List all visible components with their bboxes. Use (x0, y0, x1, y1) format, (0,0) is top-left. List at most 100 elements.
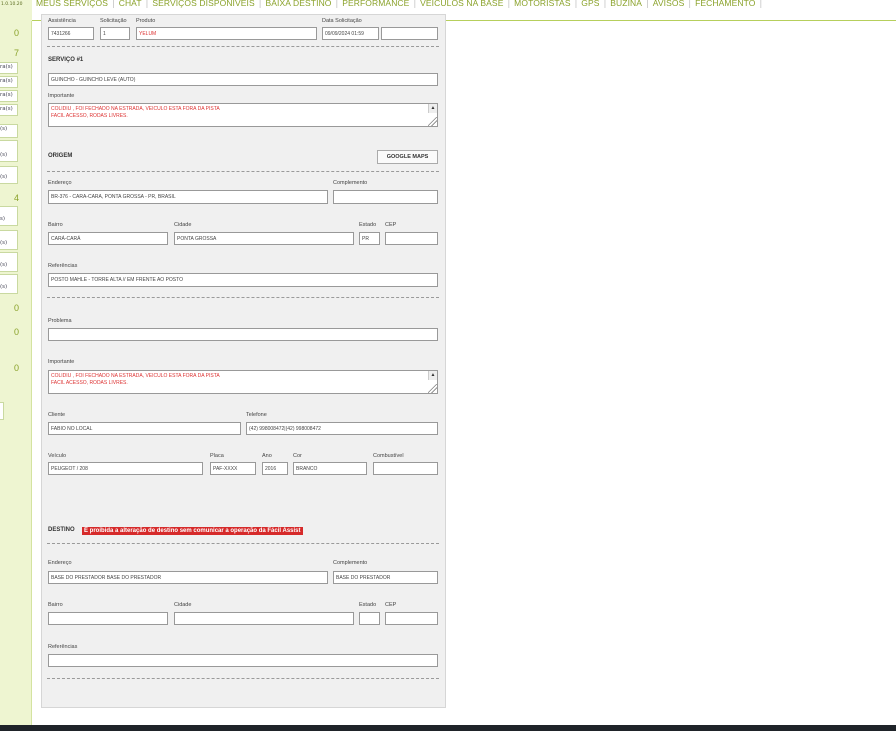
sidebar-item[interactable]: ra(s) (0, 90, 18, 102)
referencias-label: Referências (48, 644, 78, 650)
cliente-field[interactable]: FABIO NO LOCAL (48, 422, 241, 435)
origem-complemento-field[interactable] (333, 190, 438, 204)
cor-field[interactable]: BRANCO (293, 462, 367, 475)
resize-grip-icon[interactable] (428, 384, 437, 393)
data-solicitacao-field[interactable]: 09/09/2024 01:59 (322, 27, 379, 40)
origem-title: ORIGEM (48, 153, 73, 159)
telefone-label: Telefone (246, 412, 267, 418)
sidebar-item[interactable]: (s) (0, 124, 18, 138)
veiculo-label: Veículo (48, 453, 67, 459)
combustivel-field[interactable] (373, 462, 438, 475)
placa-label: Placa (210, 453, 224, 459)
data-solicitacao-label: Data Solicitação (322, 18, 362, 24)
main-nav: MEUS SERVIÇOS | CHAT | SERVIÇOS DISPONÍVEI… (36, 0, 763, 8)
veiculo-field[interactable]: PEUGEOT / 208 (48, 462, 203, 475)
importante-label: Importante (48, 359, 75, 365)
destino-cidade-field[interactable] (174, 612, 354, 625)
google-maps-button[interactable]: GOOGLE MAPS (377, 150, 438, 164)
bairro-label: Bairro (48, 222, 63, 228)
divider (47, 678, 439, 679)
destino-endereco-field[interactable]: BASE DO PRESTADOR BASE DO PRESTADOR (48, 571, 328, 584)
origem-cep-field[interactable] (385, 232, 438, 245)
sidebar-item[interactable]: ra(s) (0, 62, 18, 74)
sidebar-item[interactable]: (s) (0, 140, 18, 162)
origem-bairro-field[interactable]: CARÁ-CARÁ (48, 232, 168, 245)
destino-referencias-field[interactable] (48, 654, 438, 667)
estado-label: Estado (359, 602, 377, 608)
produto-field[interactable]: YELUM (136, 27, 317, 40)
sidebar-item[interactable]: (s) (0, 166, 18, 184)
endereco-label: Endereço (48, 180, 72, 186)
assistencia-label: Assistência (48, 18, 76, 24)
importante-line: COLIDIU , FOI FECHADO NA ESTRADA, VEICUL… (51, 373, 220, 379)
cidade-label: Cidade (174, 222, 192, 228)
placa-field[interactable]: PAF-XXXX (210, 462, 256, 475)
sidebar-item[interactable]: s) (0, 206, 18, 226)
assistencia-field[interactable]: 7431266 (48, 27, 94, 40)
destino-estado-field[interactable] (359, 612, 380, 625)
divider (47, 543, 439, 544)
count-badge: 0 (13, 363, 19, 373)
sidebar-item[interactable]: (s) (0, 274, 18, 294)
sidebar-item[interactable]: (s) (0, 252, 18, 272)
nav-meus-servicos[interactable]: MEUS SERVIÇOS (36, 0, 108, 8)
endereco-label: Endereço (48, 560, 72, 566)
cliente-label: Cliente (48, 412, 66, 418)
sidebar-item[interactable]: ra(s) (0, 76, 18, 88)
scroll-up-icon[interactable]: ▲ (428, 371, 437, 380)
telefone-field[interactable]: (42) 998008472|(42) 998008472 (246, 422, 438, 435)
count-badge: 4 (13, 193, 19, 203)
nav-fechamento[interactable]: FECHAMENTO (695, 0, 755, 8)
resize-grip-icon[interactable] (428, 117, 437, 126)
importante-line: FACIL ACESSO, RODAS LIVRES. (51, 112, 128, 119)
servico-title: SERVIÇO #1 (48, 57, 84, 63)
origem-estado-field[interactable]: PR (359, 232, 380, 245)
nav-veiculos-na-base[interactable]: VEÍCULOS NA BASE (420, 0, 503, 8)
solicitacao-label: Solicitação (100, 18, 127, 24)
nav-performance[interactable]: PERFORMANCE (342, 0, 409, 8)
nav-gps[interactable]: GPS (581, 0, 599, 8)
taskbar (0, 725, 896, 731)
count-badge: 0 (13, 28, 19, 38)
cidade-label: Cidade (174, 602, 192, 608)
origem-endereco-field[interactable]: BR-376 - CARA-CARA, PONTA GROSSA - PR, B… (48, 190, 328, 204)
sidebar-item[interactable]: ra(s) (0, 104, 18, 116)
destino-bairro-field[interactable] (48, 612, 168, 625)
combustivel-label: Combustível (373, 453, 404, 459)
sidebar-input[interactable] (0, 402, 4, 420)
hora-field[interactable] (381, 27, 438, 40)
servico-tipo-field[interactable]: GUINCHO - GUINCHO LEVE (AUTO) (48, 73, 438, 86)
problema-field[interactable] (48, 328, 438, 341)
divider (47, 171, 439, 172)
nav-buzina[interactable]: BUZINA (610, 0, 642, 8)
scroll-up-icon[interactable]: ▲ (428, 104, 437, 113)
problema-label: Problema (48, 318, 72, 324)
ano-field[interactable]: 2016 (262, 462, 288, 475)
complemento-label: Complemento (333, 560, 368, 566)
destino-warning-badge: É proibida a alteração de destino sem co… (82, 527, 303, 535)
version-label: 1.0.10.20 (0, 0, 32, 21)
solicitacao-field[interactable]: 1 (100, 27, 130, 40)
left-sidebar: 0 7 ra(s) ra(s) ra(s) ra(s) (s) (s) (s) … (0, 21, 32, 725)
nav-avisos[interactable]: AVISOS (653, 0, 685, 8)
nav-chat[interactable]: CHAT (119, 0, 142, 8)
cep-label: CEP (385, 222, 397, 228)
sidebar-item[interactable]: (s) (0, 230, 18, 250)
importante-textarea[interactable]: COLIDIU , FOI FECHADO NA ESTRADA, VEICUL… (48, 370, 438, 394)
cep-label: CEP (385, 602, 397, 608)
cor-label: Cor (293, 453, 302, 459)
count-badge: 0 (13, 303, 19, 313)
nav-baixa-destino[interactable]: BAIXA DESTINO (266, 0, 332, 8)
importante-line: COLIDIU , FOI FECHADO NA ESTRADA, VEICUL… (51, 106, 220, 112)
origem-referencias-field[interactable]: POSTO MAHLE - TORRE ALTA // EM FRENTE AO… (48, 273, 438, 287)
destino-complemento-field[interactable]: BASE DO PRESTADOR (333, 571, 438, 584)
ano-label: Ano (262, 453, 272, 459)
destino-cep-field[interactable] (385, 612, 438, 625)
referencias-label: Referências (48, 263, 78, 269)
importante-textarea[interactable]: COLIDIU , FOI FECHADO NA ESTRADA, VEICUL… (48, 103, 438, 127)
nav-motoristas[interactable]: MOTORISTAS (514, 0, 570, 8)
divider (47, 46, 439, 47)
importante-label: Importante (48, 93, 75, 99)
origem-cidade-field[interactable]: PONTA GROSSA (174, 232, 354, 245)
nav-servicos-disponiveis[interactable]: SERVIÇOS DISPONÍVEIS (152, 0, 254, 8)
